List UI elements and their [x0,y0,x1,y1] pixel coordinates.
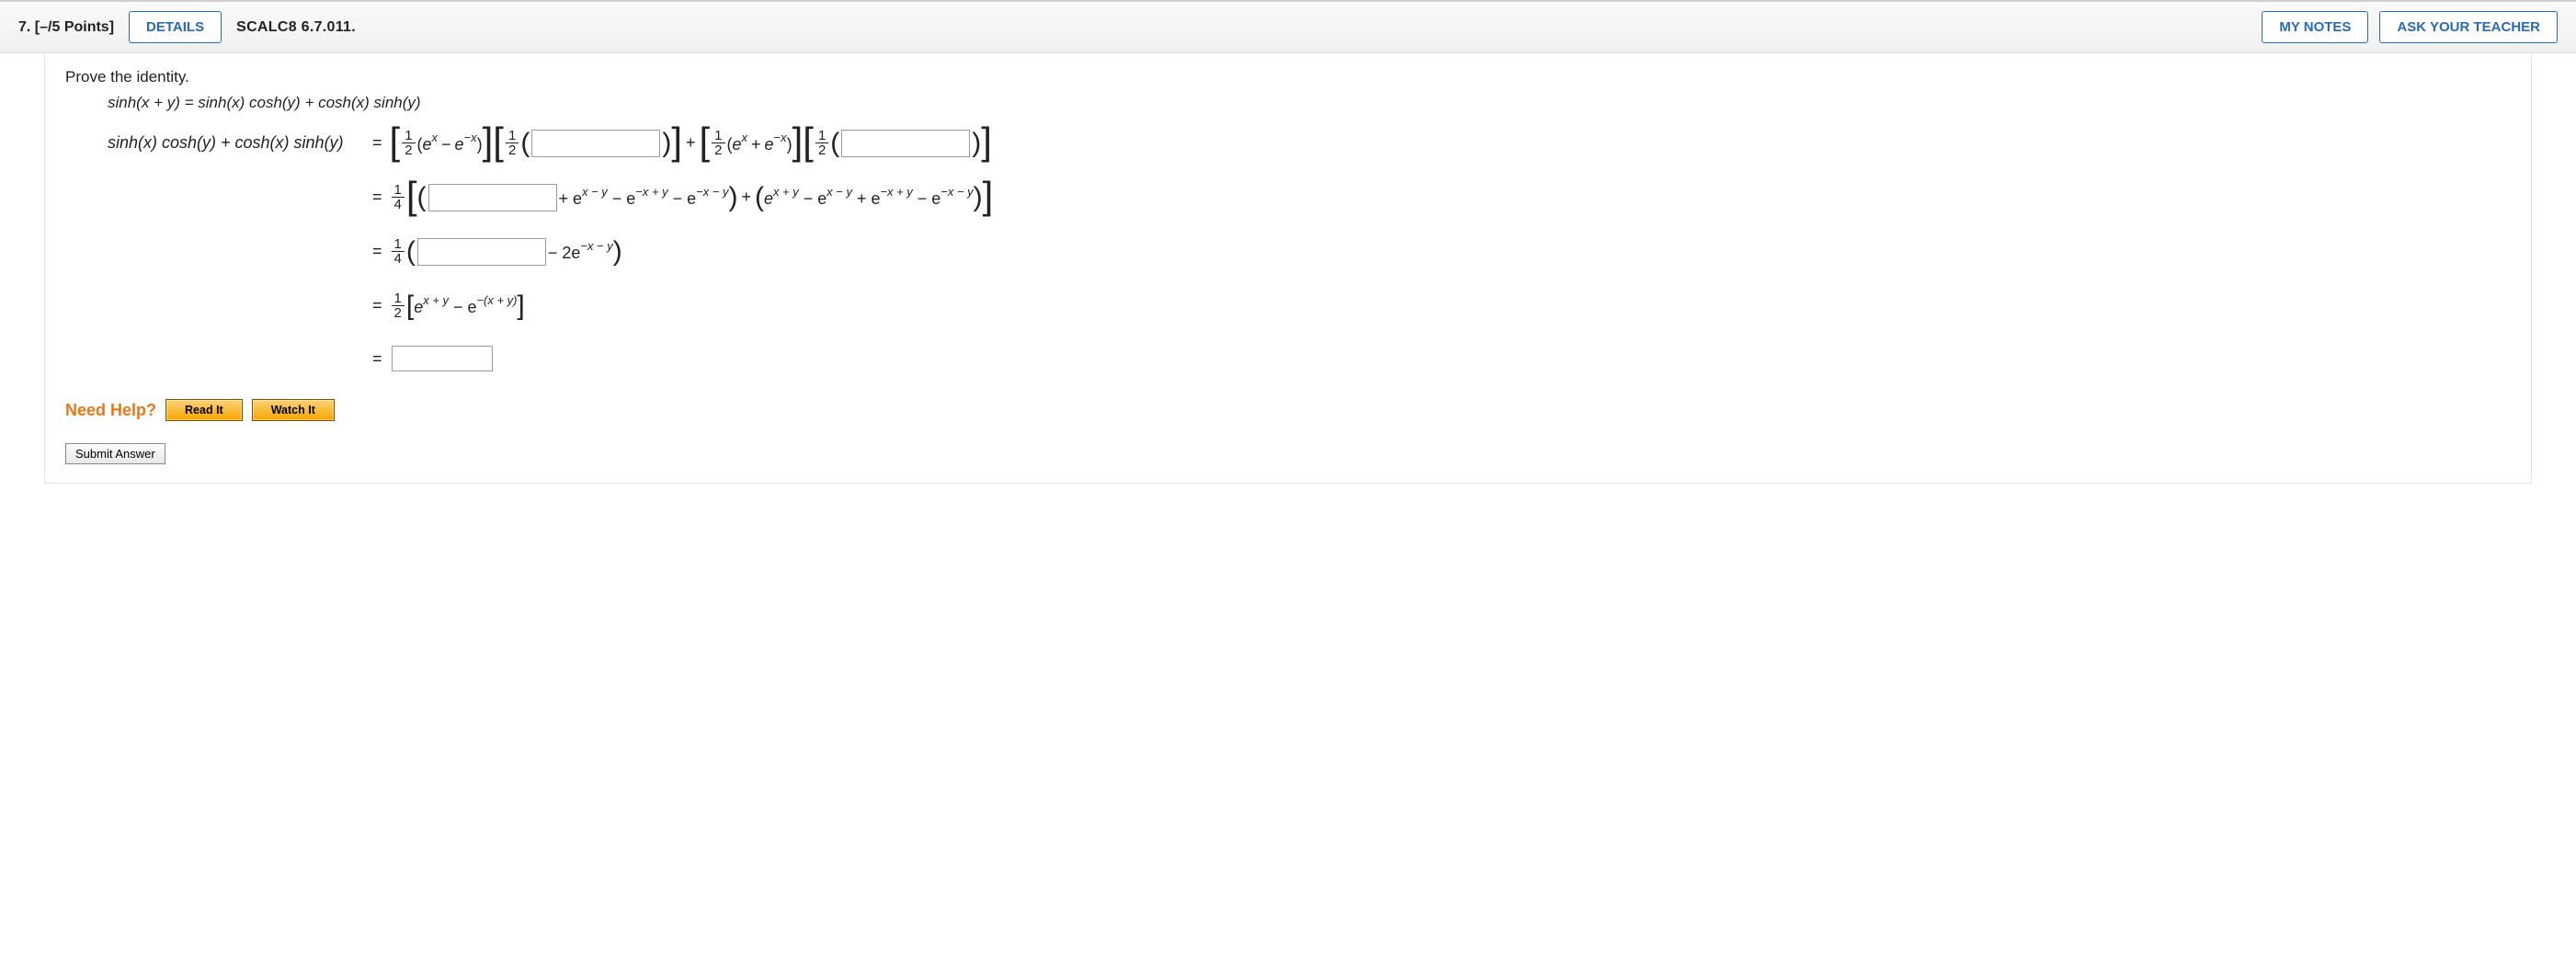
need-help-label: Need Help? [65,401,156,420]
math-text: (ex−e−x) [417,132,483,154]
reference-id: SCALC8 6.7.011. [236,19,356,36]
identity-text: sinh(x + y) = sinh(x) cosh(y) + cosh(x) … [108,94,2511,112]
submit-answer-button[interactable]: Submit Answer [65,443,165,464]
fraction-half: 1 2 [712,129,724,157]
work-line-2: = 1 4 [ ( + ex − y − e−x + y − e−x − y )… [108,183,2511,211]
math-text: (ex+e−x) [727,132,792,154]
math-text: + ex − y − e−x + y − e−x − y [559,187,729,209]
work-line-3: = 1 4 ( − 2e−x − y ) [108,237,2511,266]
ask-teacher-button[interactable]: ASK YOUR TEACHER [2379,11,2558,43]
need-help-row: Need Help? Read It Watch It [65,399,2511,421]
answer-blank-2[interactable] [841,130,970,157]
plus-sign: + [686,133,696,153]
equals-sign: = [372,133,382,153]
header-right: MY NOTES ASK YOUR TEACHER [2262,11,2558,43]
work-line-5: = [108,346,2511,371]
answer-blank-3[interactable] [428,184,557,211]
fraction-quarter: 1 4 [392,183,405,211]
fraction-half: 1 2 [402,129,415,157]
question-header: 7. [–/5 Points] DETAILS SCALC8 6.7.011. … [0,0,2576,53]
answer-blank-5[interactable] [392,346,493,371]
header-left: 7. [–/5 Points] DETAILS SCALC8 6.7.011. [18,11,356,43]
plus-sign: + [741,188,751,207]
equals-sign: = [372,188,382,207]
question-panel: Prove the identity. sinh(x + y) = sinh(x… [44,53,2532,484]
equals-sign: = [372,349,382,369]
math-text: ex + y − e−(x + y) [414,295,517,317]
math-text: ex + y − ex − y + e−x + y − e−x − y [764,187,974,209]
fraction-half: 1 2 [506,129,519,157]
question-number: 7. [–/5 Points] [18,19,114,36]
equals-sign: = [372,242,382,261]
prompt-text: Prove the identity. [65,68,2511,86]
read-it-button[interactable]: Read It [165,399,243,421]
fraction-half: 1 2 [392,291,405,320]
math-text: − 2e−x − y [548,241,613,263]
fraction-quarter: 1 4 [392,237,405,266]
my-notes-button[interactable]: MY NOTES [2262,11,2368,43]
details-button[interactable]: DETAILS [129,11,222,43]
work-line-1: sinh(x) cosh(y) + cosh(x) sinh(y) = [ 1 … [108,129,2511,157]
watch-it-button[interactable]: Watch It [252,399,335,421]
answer-blank-4[interactable] [417,238,546,266]
lhs-expression: sinh(x) cosh(y) + cosh(x) sinh(y) [108,133,365,153]
answer-blank-1[interactable] [531,130,660,157]
fraction-half: 1 2 [815,129,828,157]
equals-sign: = [372,296,382,315]
work-line-4: = 1 2 [ ex + y − e−(x + y) ] [108,291,2511,320]
